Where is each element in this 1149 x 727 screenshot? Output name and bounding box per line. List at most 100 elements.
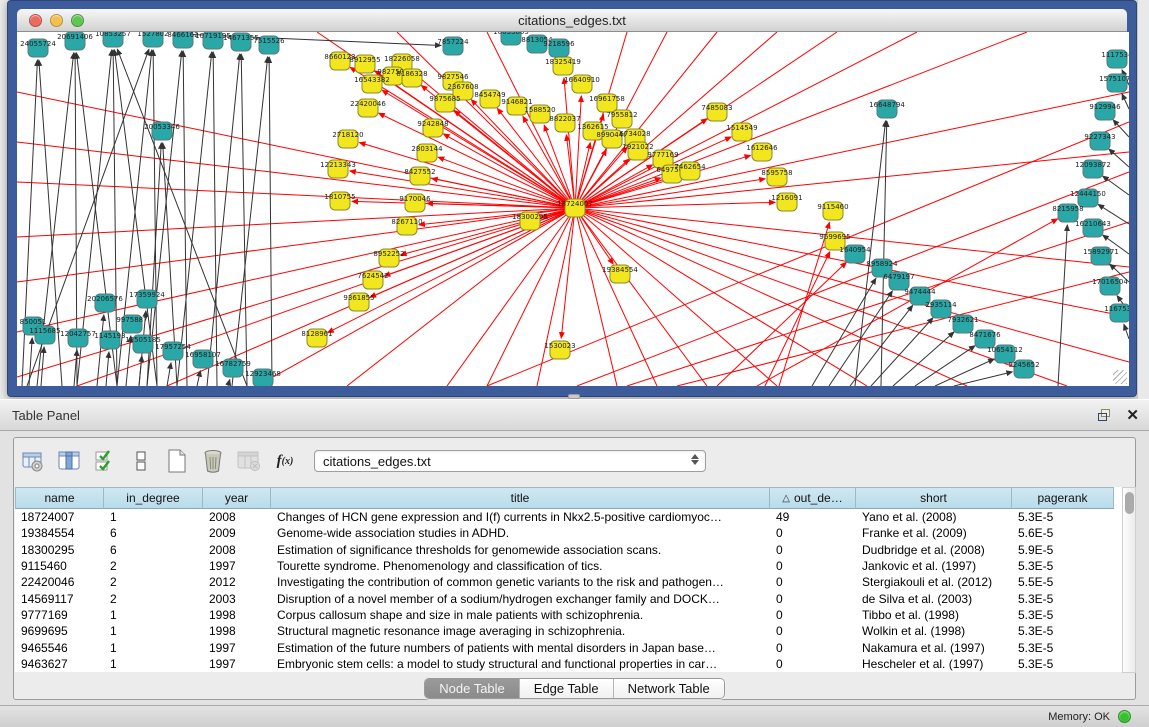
network-graph[interactable]: 1872400786601238912955182260589827503165… (17, 32, 1129, 386)
table-row[interactable]: 1872400712008Changes of HCN gene express… (15, 509, 1122, 525)
table-row[interactable]: 1830029562008Estimation of significance … (15, 542, 1122, 558)
column-header-year[interactable]: year (203, 487, 271, 509)
row-select-icon[interactable] (92, 448, 118, 474)
citation-edge-red[interactable] (577, 172, 1129, 386)
table-selector-dropdown[interactable]: citations_edges.txt (314, 450, 706, 472)
graph-node-label: 7624542 (357, 272, 388, 280)
citation-edge[interactable] (228, 380, 230, 386)
table-row[interactable]: 946362711997Embryonic stem cells: a mode… (15, 656, 1122, 672)
citation-edge-red[interactable] (575, 208, 967, 386)
table-panel-header: Table Panel ✕ (0, 399, 1149, 431)
network-canvas[interactable]: 1872400786601238912955182260589827503165… (17, 32, 1129, 386)
citation-edge-red[interactable] (17, 182, 575, 208)
graph-node-label: 1921022 (622, 143, 653, 151)
citation-edge-red[interactable] (401, 208, 575, 255)
citation-edge[interactable] (1109, 149, 1129, 167)
citation-edge[interactable] (29, 338, 32, 386)
graph-node-label: 12213343 (320, 161, 356, 169)
citation-edge[interactable] (41, 347, 44, 386)
citation-edge[interactable] (97, 315, 104, 386)
graph-node-label: 24055724 (20, 40, 56, 48)
citation-edge[interactable] (871, 318, 933, 386)
table-cell: Genome-wide association studies in ADHD. (271, 525, 770, 541)
tab-node-table[interactable]: Node Table (425, 679, 520, 698)
citation-edge[interactable] (1124, 324, 1129, 339)
table-selector-value: citations_edges.txt (323, 454, 431, 469)
citation-edge[interactable] (139, 356, 142, 386)
citation-edge-red[interactable] (575, 208, 1129, 362)
citation-edge[interactable] (915, 346, 975, 386)
graph-node-label: 6479197 (883, 273, 914, 281)
table-cell: 2012 (203, 574, 271, 590)
table-row[interactable]: 2242004622012Investigating the contribut… (15, 574, 1122, 590)
citation-edge-red[interactable] (627, 222, 1129, 386)
citation-edge[interactable] (935, 359, 994, 386)
citation-edge[interactable] (213, 52, 217, 386)
column-header-short[interactable]: short (856, 487, 1012, 509)
citation-edge-red[interactable] (17, 142, 575, 208)
citation-edge[interactable] (1122, 94, 1129, 109)
citation-edge-red[interactable] (575, 208, 617, 386)
table-cell: Hescheler et al. (1997) (856, 656, 1012, 672)
table-cell: 5.3E-5 (1012, 639, 1114, 655)
row-height-icon[interactable] (128, 448, 154, 474)
column-header-name[interactable]: name (15, 487, 104, 509)
citation-edge-red[interactable] (575, 208, 777, 386)
column-header-title[interactable]: title (271, 487, 770, 509)
citation-edge-red[interactable] (487, 122, 1129, 386)
column-header-out_de[interactable]: △out_de… (770, 487, 856, 509)
table-row[interactable]: 1456911722003Disruption of a novel membe… (15, 590, 1122, 606)
network-view-window[interactable]: citations_edges.txt 18724007866012389129… (7, 0, 1137, 397)
close-panel-icon[interactable]: ✕ (1126, 408, 1139, 423)
table-row[interactable]: 911546021997Tourette syndrome. Phenomeno… (15, 558, 1122, 574)
resize-grip-icon[interactable] (1113, 370, 1127, 384)
table-row[interactable]: 977716911998Corpus callosum shape and si… (15, 607, 1122, 623)
delete-icon[interactable] (200, 448, 226, 474)
citation-edge-red[interactable] (575, 208, 707, 386)
citation-edge-red[interactable] (561, 208, 575, 338)
citation-edge-red[interactable] (17, 208, 575, 332)
citation-edge-red[interactable] (347, 208, 575, 386)
scrollbar-thumb[interactable] (1125, 492, 1134, 514)
citation-edge[interactable] (812, 278, 876, 386)
column-header-label: name (44, 491, 74, 505)
citation-edge[interactable] (1058, 225, 1067, 386)
citation-edge-red[interactable] (575, 32, 1027, 208)
table-row[interactable]: 969969511998Structural magnetic resonanc… (15, 623, 1122, 639)
splitter-handle[interactable] (568, 394, 580, 399)
tab-edge-table[interactable]: Edge Table (520, 679, 614, 698)
citation-edge[interactable] (207, 54, 240, 386)
float-panel-icon[interactable] (1098, 409, 1112, 421)
table-cell: 18724007 (15, 509, 104, 525)
citation-edge[interactable] (241, 54, 247, 386)
table-row[interactable]: 1938455462009Genome-wide association stu… (15, 525, 1122, 541)
column-header-pagerank[interactable]: pagerank (1012, 487, 1114, 509)
citation-edge[interactable] (106, 352, 109, 386)
column-header-in_degree[interactable]: in_degree (104, 487, 203, 509)
column-chooser-icon[interactable] (56, 448, 82, 474)
function-builder-icon[interactable]: f(x) (272, 448, 298, 474)
citation-edge[interactable] (269, 57, 272, 386)
graph-node-label: 8267110 (391, 218, 422, 226)
citation-edge[interactable] (232, 57, 268, 386)
citation-edge[interactable] (167, 363, 171, 386)
citation-edge-red[interactable] (359, 142, 575, 208)
citation-edge[interactable] (881, 121, 887, 386)
citation-edge[interactable] (183, 51, 187, 386)
citation-edge-red[interactable] (257, 208, 575, 386)
citation-edge-red[interactable] (17, 208, 575, 237)
citation-edge[interactable] (1103, 176, 1129, 195)
network-window-titlebar[interactable]: citations_edges.txt (17, 9, 1127, 32)
citation-edge[interactable] (893, 332, 954, 386)
new-document-icon[interactable] (164, 448, 190, 474)
table-row[interactable]: 946554611997Estimation of the future num… (15, 639, 1122, 655)
citation-edge-red[interactable] (575, 32, 717, 208)
table-cell: 1 (104, 509, 203, 525)
table-settings-icon[interactable] (20, 448, 46, 474)
table-cell: 6 (104, 525, 203, 541)
graph-node-label: 12923468 (245, 370, 281, 378)
tab-network-table[interactable]: Network Table (614, 679, 724, 698)
table-vertical-scrollbar[interactable] (1122, 487, 1136, 673)
citation-edge[interactable] (954, 372, 1012, 386)
graph-node-label: 16782759 (215, 360, 251, 368)
